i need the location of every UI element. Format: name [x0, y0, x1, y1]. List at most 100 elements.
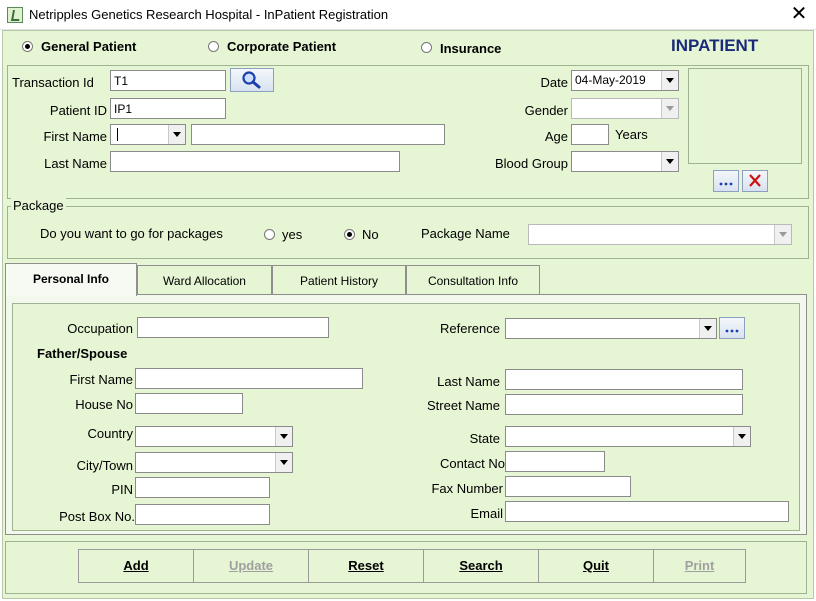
- email-input[interactable]: [505, 501, 789, 522]
- city-label: City/Town: [76, 458, 133, 473]
- delete-photo-button[interactable]: [742, 170, 768, 192]
- house-no-input[interactable]: [135, 393, 243, 414]
- quit-button[interactable]: Quit: [538, 549, 654, 583]
- date-picker[interactable]: 04-May-2019: [571, 70, 679, 91]
- general-patient-label[interactable]: General Patient: [41, 39, 136, 54]
- print-button[interactable]: Print: [653, 549, 746, 583]
- chevron-down-icon[interactable]: [661, 71, 678, 90]
- patient-id-label: Patient ID: [49, 103, 107, 118]
- father-first-name-input[interactable]: [135, 368, 363, 389]
- post-box-input[interactable]: [135, 504, 270, 525]
- transaction-id-label: Transaction Id: [12, 75, 94, 90]
- occupation-input[interactable]: [137, 317, 329, 338]
- button-row: Add Update Reset Search Quit Print: [78, 549, 746, 585]
- action-bar: Add Update Reset Search Quit Print: [5, 541, 807, 594]
- fax-number-label: Fax Number: [431, 481, 503, 496]
- inpatient-heading: INPATIENT: [671, 36, 759, 55]
- reference-select[interactable]: [505, 318, 717, 339]
- window-title: Netripples Genetics Research Hospital - …: [29, 7, 389, 22]
- package-group-title: Package: [11, 198, 66, 213]
- title-bar: Netripples Genetics Research Hospital - …: [0, 0, 816, 30]
- browse-reference-button[interactable]: [719, 317, 745, 339]
- pin-input[interactable]: [135, 477, 270, 498]
- patient-id-input[interactable]: [110, 98, 226, 119]
- street-name-label: Street Name: [427, 398, 500, 413]
- blood-group-select[interactable]: [571, 151, 679, 172]
- father-last-name-label: Last Name: [437, 374, 500, 389]
- blood-group-label: Blood Group: [495, 156, 568, 171]
- country-label: Country: [87, 426, 133, 441]
- age-unit-label: Years: [615, 127, 648, 142]
- general-patient-radio[interactable]: [22, 41, 33, 52]
- chevron-down-icon[interactable]: [168, 125, 185, 144]
- first-name-input[interactable]: [191, 124, 445, 145]
- package-group: Do you want to go for packages yes No Pa…: [7, 206, 809, 259]
- tab-consultation-info[interactable]: Consultation Info: [406, 265, 540, 295]
- package-yes-radio[interactable]: [264, 229, 275, 240]
- state-label: State: [469, 431, 500, 446]
- chevron-down-icon[interactable]: [699, 319, 716, 338]
- chevron-down-icon[interactable]: [661, 152, 678, 171]
- red-x-icon: [749, 174, 761, 187]
- contact-no-input[interactable]: [505, 451, 605, 472]
- reset-button[interactable]: Reset: [308, 549, 424, 583]
- tab-ward-allocation[interactable]: Ward Allocation: [137, 265, 272, 295]
- tab-patient-history[interactable]: Patient History: [272, 265, 406, 295]
- corporate-patient-radio[interactable]: [208, 41, 219, 52]
- age-input[interactable]: [571, 124, 609, 145]
- package-name-select[interactable]: [528, 224, 792, 245]
- father-spouse-heading: Father/Spouse: [37, 346, 128, 361]
- title-select[interactable]: [110, 124, 186, 145]
- personal-info-panel: Occupation Reference Father/Spouse First…: [5, 294, 807, 535]
- search-transaction-button[interactable]: [230, 68, 274, 92]
- fax-number-input[interactable]: [505, 476, 631, 497]
- patient-header-group: Transaction Id Patient ID First Name Las…: [7, 65, 809, 199]
- gender-label: Gender: [524, 103, 568, 118]
- last-name-input[interactable]: [110, 151, 400, 172]
- chevron-down-icon[interactable]: [275, 453, 292, 472]
- chevron-down-icon[interactable]: [275, 427, 292, 446]
- first-name-label: First Name: [43, 129, 107, 144]
- search-button[interactable]: Search: [423, 549, 539, 583]
- update-button[interactable]: Update: [193, 549, 309, 583]
- gender-select[interactable]: [571, 98, 679, 119]
- browse-photo-button[interactable]: [713, 170, 739, 192]
- add-button[interactable]: Add: [78, 549, 194, 583]
- text-caret: [117, 128, 118, 141]
- app-icon: [7, 7, 23, 23]
- street-name-input[interactable]: [505, 394, 743, 415]
- city-select[interactable]: [135, 452, 293, 473]
- age-label: Age: [544, 129, 568, 144]
- pin-label: PIN: [111, 482, 133, 497]
- email-label: Email: [470, 506, 503, 521]
- package-yes-label[interactable]: yes: [282, 227, 302, 242]
- tab-personal-info[interactable]: Personal Info: [5, 263, 137, 296]
- package-name-label: Package Name: [421, 226, 510, 241]
- country-select[interactable]: [135, 426, 293, 447]
- magnifier-icon: [242, 71, 261, 89]
- package-no-radio[interactable]: [344, 229, 355, 240]
- ellipsis-icon: [719, 182, 733, 186]
- close-icon[interactable]: ✕: [789, 3, 809, 25]
- personal-info-group: Occupation Reference Father/Spouse First…: [12, 303, 800, 531]
- main-panel: General Patient Corporate Patient Insura…: [2, 30, 814, 599]
- corporate-patient-label[interactable]: Corporate Patient: [227, 39, 336, 54]
- chevron-down-icon[interactable]: [774, 225, 791, 244]
- chevron-down-icon[interactable]: [733, 427, 750, 446]
- date-label: Date: [540, 75, 568, 90]
- package-question: Do you want to go for packages: [40, 226, 223, 241]
- father-last-name-input[interactable]: [505, 369, 743, 390]
- contact-no-label: Contact No: [439, 456, 505, 471]
- package-no-label[interactable]: No: [362, 227, 379, 242]
- transaction-id-input[interactable]: [110, 70, 226, 91]
- ellipsis-icon: [725, 329, 739, 333]
- insurance-radio[interactable]: [421, 42, 432, 53]
- state-select[interactable]: [505, 426, 751, 447]
- patient-photo-box: [688, 68, 802, 164]
- chevron-down-icon[interactable]: [661, 99, 678, 118]
- father-first-name-label: First Name: [69, 372, 133, 387]
- insurance-label[interactable]: Insurance: [440, 41, 501, 56]
- house-no-label: House No: [75, 397, 133, 412]
- last-name-label: Last Name: [44, 156, 107, 171]
- post-box-label: Post Box No.: [59, 509, 135, 524]
